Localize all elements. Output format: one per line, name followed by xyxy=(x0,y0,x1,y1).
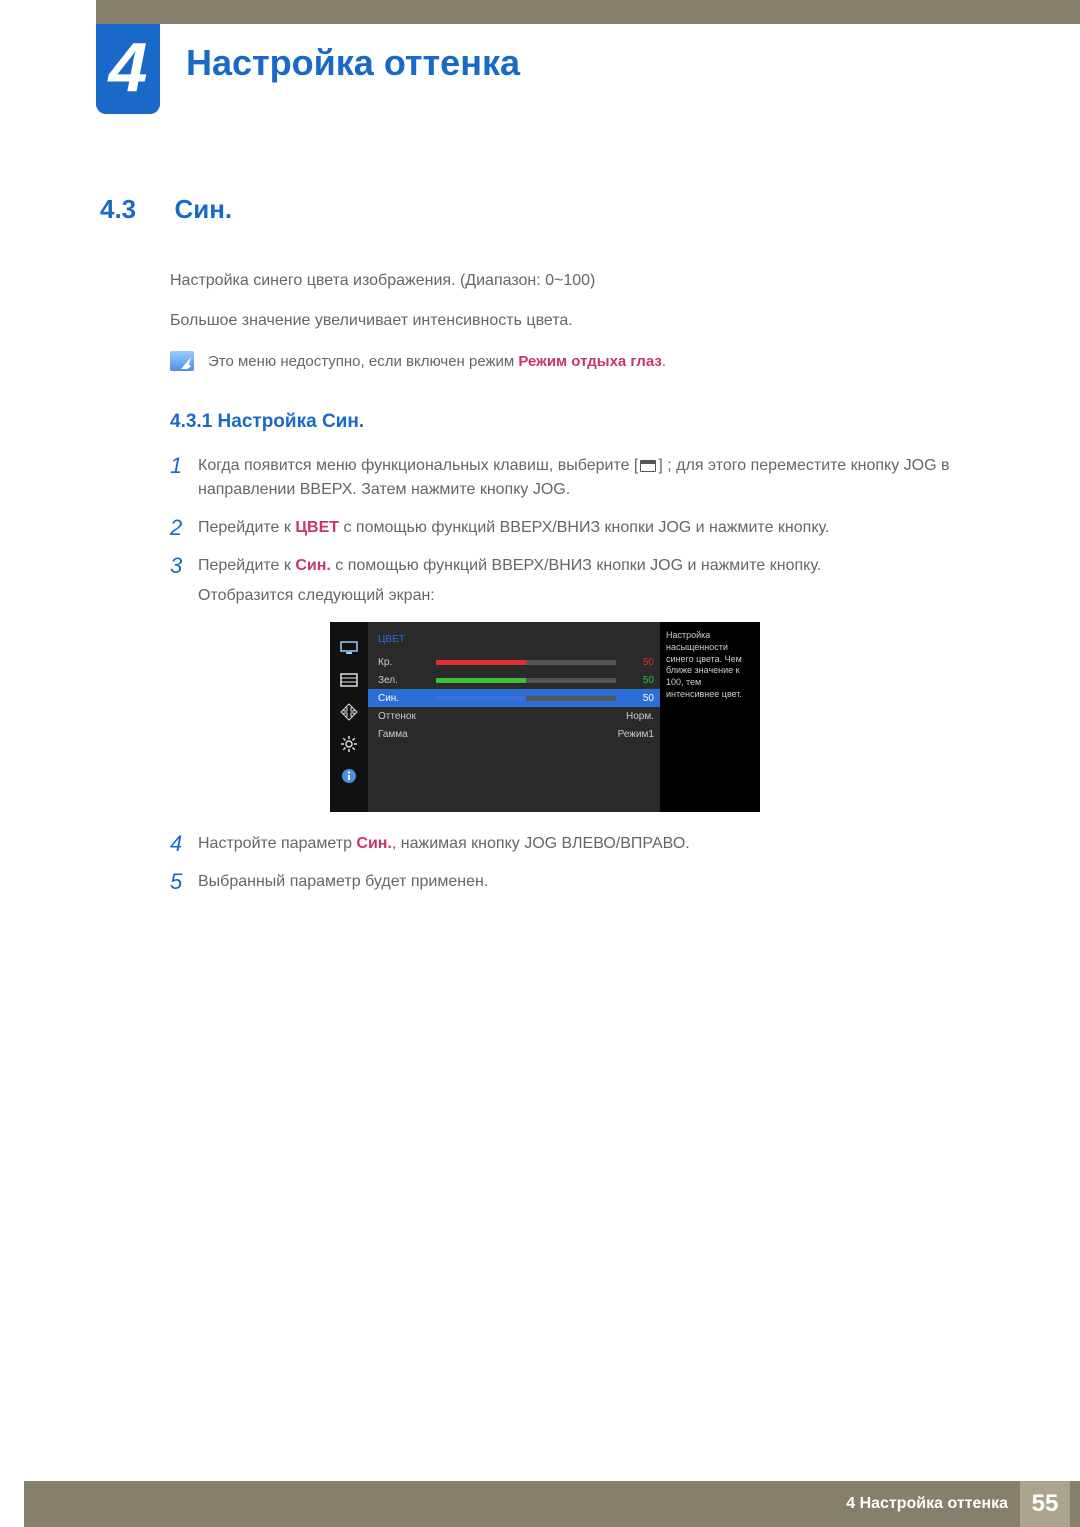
osd-row-tone: Оттенок Норм. xyxy=(368,707,660,725)
osd-row-red: Кр. 50 xyxy=(368,653,660,671)
section-intro: Настройка синего цвета изображения. (Диа… xyxy=(170,269,980,333)
step-4: 4 Настройте параметр Син., нажимая кнопк… xyxy=(170,832,980,856)
note: Это меню недоступно, если включен режим … xyxy=(170,351,980,374)
eye-saver-mode: Режим отдыха глаз xyxy=(518,353,661,370)
step-number: 3 xyxy=(170,554,198,608)
osd-title: ЦВЕТ xyxy=(368,630,660,653)
step3-text-b: с помощью функций ВВЕРХ/ВНИЗ кнопки JOG … xyxy=(331,557,821,574)
osd-sidebar xyxy=(330,622,368,812)
osd-value-green: 50 xyxy=(624,673,654,688)
step-number: 4 xyxy=(170,832,198,856)
monitor-icon xyxy=(339,640,359,656)
section-title: Син. xyxy=(174,190,232,229)
resize-icon xyxy=(339,704,359,720)
note-suffix: . xyxy=(662,353,666,370)
osd-screenshot: ЦВЕТ Кр. 50 Зел. 50 Син. 50 Оттено xyxy=(330,622,760,812)
step-number: 1 xyxy=(170,454,198,502)
osd-value-blue: 50 xyxy=(624,691,654,706)
steps-list: 1 Когда появится меню функциональных кла… xyxy=(170,454,980,608)
osd-help-panel: Настройка насыщенности синего цвета. Чем… xyxy=(660,622,760,812)
note-icon xyxy=(170,351,194,371)
keyword-blue: Син. xyxy=(295,557,331,574)
osd-row-gamma: Гамма Режим1 xyxy=(368,725,660,743)
step2-text-b: с помощью функций ВВЕРХ/ВНИЗ кнопки JOG … xyxy=(339,519,829,536)
step4-text-b: , нажимая кнопку JOG ВЛЕВО/ВПРАВО. xyxy=(392,835,690,852)
osd-label-gamma: Гамма xyxy=(378,727,408,742)
section-number: 4.3 xyxy=(100,190,170,229)
page-footer: 4 Настройка оттенка 55 xyxy=(0,1481,1080,1527)
keyword-color: ЦВЕТ xyxy=(295,519,339,536)
step-number: 2 xyxy=(170,516,198,540)
section-heading: 4.3 Син. xyxy=(100,190,980,229)
step-number: 5 xyxy=(170,870,198,894)
osd-label-tone: Оттенок xyxy=(378,709,416,724)
step-3: 3 Перейдите к Син. с помощью функций ВВЕ… xyxy=(170,554,980,608)
gear-icon xyxy=(339,736,359,752)
step3-text-a: Перейдите к xyxy=(198,557,295,574)
step1-text-a: Когда появится меню функциональных клави… xyxy=(198,457,638,474)
osd-row-blue-selected: Син. 50 xyxy=(368,689,660,707)
note-prefix: Это меню недоступно, если включен режим xyxy=(208,353,518,370)
header-stripe xyxy=(0,0,1080,24)
osd-value-red: 50 xyxy=(624,655,654,670)
chapter-number-tab: 4 xyxy=(96,24,160,114)
osd-value-tone: Норм. xyxy=(626,709,654,724)
footer-chapter-title: 4 Настройка оттенка xyxy=(846,1492,1008,1516)
step-5: 5 Выбранный параметр будет применен. xyxy=(170,870,980,894)
menu-icon xyxy=(640,460,656,472)
step3-text-c: Отобразится следующий экран: xyxy=(198,584,980,608)
osd-label-blue: Син. xyxy=(378,691,436,706)
info-icon xyxy=(339,768,359,784)
note-text: Это меню недоступно, если включен режим … xyxy=(208,351,666,374)
step-2: 2 Перейдите к ЦВЕТ с помощью функций ВВЕ… xyxy=(170,516,980,540)
intro-line-2: Большое значение увеличивает интенсивнос… xyxy=(170,309,980,333)
osd-row-green: Зел. 50 xyxy=(368,671,660,689)
step-1: 1 Когда появится меню функциональных кла… xyxy=(170,454,980,502)
osd-value-gamma: Режим1 xyxy=(618,727,654,742)
step5-text: Выбранный параметр будет применен. xyxy=(198,870,980,894)
osd-main-panel: ЦВЕТ Кр. 50 Зел. 50 Син. 50 Оттено xyxy=(368,622,660,812)
subsection-heading: 4.3.1 Настройка Син. xyxy=(170,408,980,437)
keyword-blue: Син. xyxy=(356,835,392,852)
footer-page-number: 55 xyxy=(1020,1481,1070,1527)
intro-line-1: Настройка синего цвета изображения. (Диа… xyxy=(170,269,980,293)
step2-text-a: Перейдите к xyxy=(198,519,295,536)
osd-label-red: Кр. xyxy=(378,655,436,670)
step4-text-a: Настройте параметр xyxy=(198,835,356,852)
steps-list-continued: 4 Настройте параметр Син., нажимая кнопк… xyxy=(170,832,980,894)
osd-label-green: Зел. xyxy=(378,673,436,688)
picture-icon xyxy=(339,672,359,688)
chapter-title: Настройка оттенка xyxy=(186,36,520,90)
